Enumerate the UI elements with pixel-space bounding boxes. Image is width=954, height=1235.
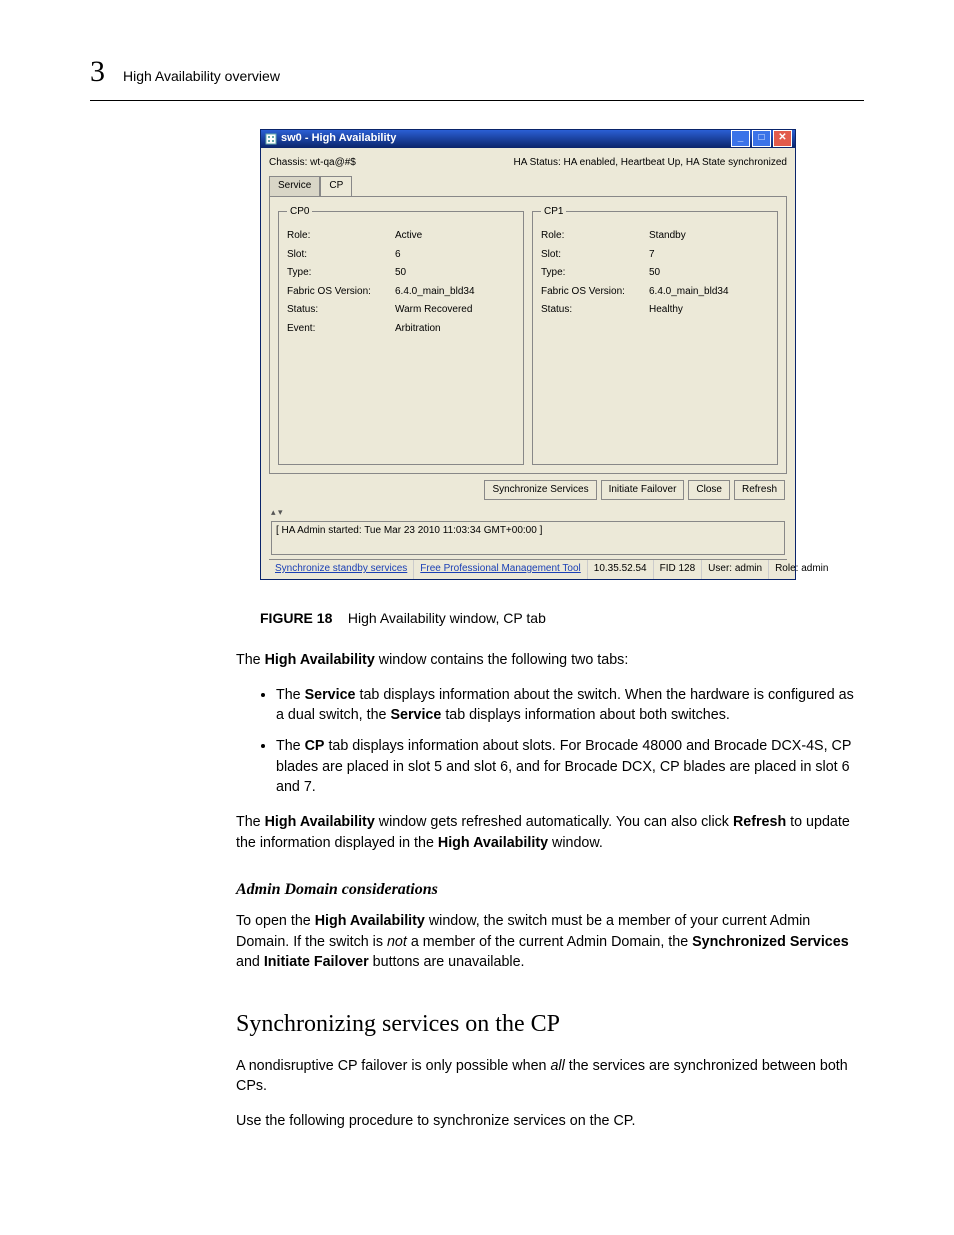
cp1-slot-value: 7 (649, 248, 655, 263)
app-icon (264, 132, 277, 145)
cp0-type-value: 50 (395, 266, 406, 281)
figure-screenshot: sw0 - High Availability _ □ ✕ Chassis: w… (260, 129, 864, 580)
management-tool-link[interactable]: Free Professional Management Tool (414, 560, 587, 579)
cp0-panel: CP0 Role:Active Slot:6 Type:50 Fabric OS… (278, 205, 524, 465)
figure-caption-text: High Availability window, CP tab (348, 610, 546, 626)
sync-standby-link[interactable]: Synchronize standby services (269, 560, 414, 579)
cp1-status-value: Healthy (649, 303, 683, 318)
cp1-fos-label: Fabric OS Version: (541, 285, 649, 300)
header-rule (90, 100, 864, 101)
cp1-status-label: Status: (541, 303, 649, 318)
tab-cp-body: CP0 Role:Active Slot:6 Type:50 Fabric OS… (269, 196, 787, 474)
cp0-role-value: Active (395, 229, 422, 244)
tab-service[interactable]: Service (269, 176, 320, 196)
tab-cp[interactable]: CP (320, 176, 352, 196)
app-window: sw0 - High Availability _ □ ✕ Chassis: w… (260, 129, 796, 580)
cp0-role-label: Role: (287, 229, 395, 244)
section-heading: Synchronizing services on the CP (236, 1007, 864, 1042)
button-row: Synchronize Services Initiate Failover C… (269, 474, 787, 507)
status-ip: 10.35.52.54 (588, 560, 654, 579)
synchronize-services-button[interactable]: Synchronize Services (484, 480, 596, 501)
status-fid: FID 128 (654, 560, 703, 579)
page-header: 3 High Availability overview (90, 50, 864, 94)
paragraph: The High Availability window gets refres… (236, 812, 864, 853)
paragraph: The High Availability window contains th… (236, 650, 864, 671)
tab-bar: Service CP (269, 176, 787, 196)
cp1-legend: CP1 (541, 205, 566, 220)
list-item: The Service tab displays information abo… (276, 685, 864, 726)
paragraph: To open the High Availability window, th… (236, 911, 864, 973)
cp0-event-value: Arbitration (395, 322, 441, 337)
maximize-button[interactable]: □ (752, 130, 771, 147)
minimize-button[interactable]: _ (731, 130, 750, 147)
window-body: Chassis: wt-qa@#$ HA Status: HA enabled,… (261, 148, 795, 579)
cp1-role-label: Role: (541, 229, 649, 244)
cp0-fos-value: 6.4.0_main_bld34 (395, 285, 475, 300)
status-bar: Synchronize standby services Free Profes… (269, 559, 787, 579)
hastatus-label: HA Status: (514, 157, 561, 168)
window-controls: _ □ ✕ (731, 130, 792, 147)
resize-grip-icon: ▴ ▾ (271, 506, 787, 519)
chapter-number: 3 (90, 50, 105, 94)
cp0-event-label: Event: (287, 322, 395, 337)
cp0-slot-value: 6 (395, 248, 401, 263)
figure-label: FIGURE 18 (260, 610, 332, 626)
status-user: User: admin (702, 560, 769, 579)
paragraph: Use the following procedure to synchroni… (236, 1111, 864, 1132)
bullet-list: The Service tab displays information abo… (236, 685, 864, 799)
close-panel-button[interactable]: Close (688, 480, 730, 501)
cp0-status-label: Status: (287, 303, 395, 318)
info-row: Chassis: wt-qa@#$ HA Status: HA enabled,… (269, 156, 787, 171)
paragraph: A nondisruptive CP failover is only poss… (236, 1056, 864, 1097)
cp0-slot-label: Slot: (287, 248, 395, 263)
section-title: High Availability overview (123, 66, 280, 86)
titlebar: sw0 - High Availability _ □ ✕ (261, 130, 795, 148)
chassis-label: Chassis: (269, 157, 307, 168)
cp1-panel: CP1 Role:Standby Slot:7 Type:50 Fabric O… (532, 205, 778, 465)
cp1-fos-value: 6.4.0_main_bld34 (649, 285, 729, 300)
hastatus-value: HA enabled, Heartbeat Up, HA State synch… (564, 157, 787, 168)
window-title: sw0 - High Availability (281, 131, 731, 147)
log-panel: [ HA Admin started: Tue Mar 23 2010 11:0… (271, 521, 785, 555)
list-item: The CP tab displays information about sl… (276, 736, 864, 798)
cp1-type-label: Type: (541, 266, 649, 281)
cp1-slot-label: Slot: (541, 248, 649, 263)
cp0-fos-label: Fabric OS Version: (287, 285, 395, 300)
figure-caption: FIGURE 18 High Availability window, CP t… (260, 608, 864, 628)
initiate-failover-button[interactable]: Initiate Failover (601, 480, 685, 501)
subsection-heading: Admin Domain considerations (236, 878, 864, 901)
cp0-type-label: Type: (287, 266, 395, 281)
status-role: Role: admin (769, 560, 834, 579)
cp1-type-value: 50 (649, 266, 660, 281)
cp0-legend: CP0 (287, 205, 312, 220)
cp0-status-value: Warm Recovered (395, 303, 472, 318)
body-text: The High Availability window contains th… (236, 650, 864, 1132)
chassis-value: wt-qa@#$ (310, 157, 356, 168)
refresh-button[interactable]: Refresh (734, 480, 785, 501)
close-button[interactable]: ✕ (773, 130, 792, 147)
cp1-role-value: Standby (649, 229, 686, 244)
